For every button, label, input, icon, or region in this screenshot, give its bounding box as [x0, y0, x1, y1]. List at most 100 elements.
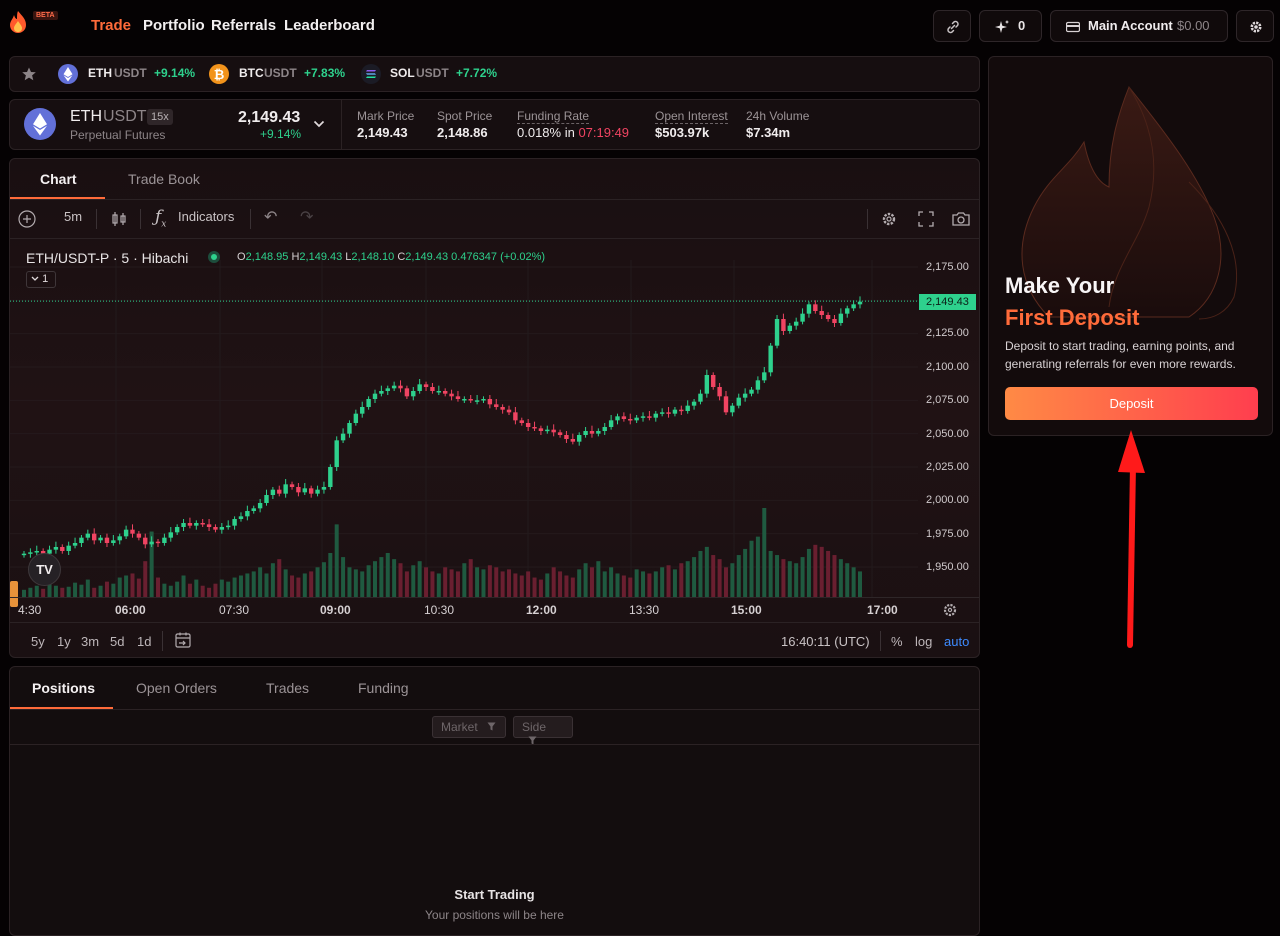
filter-row-divider: [10, 744, 979, 745]
chart-settings-icon[interactable]: [880, 210, 898, 228]
volume-bar: [832, 555, 837, 598]
log-scale-toggle[interactable]: log: [915, 634, 932, 649]
candle-body: [749, 389, 754, 394]
volume-bar: [851, 567, 856, 598]
svg-text:₿: ₿: [214, 68, 225, 83]
time-scale-handle[interactable]: [10, 581, 18, 607]
range-1d[interactable]: 1d: [137, 634, 151, 649]
camera-icon[interactable]: [951, 210, 971, 228]
candle-body: [513, 412, 518, 421]
tab-open-orders[interactable]: Open Orders: [136, 680, 217, 696]
side-filter[interactable]: Side: [513, 716, 573, 745]
candle-body: [825, 315, 831, 319]
volume-bar: [430, 571, 435, 598]
candle-body: [742, 393, 748, 398]
mark-price-label: Mark Price: [357, 109, 415, 123]
candle-body: [666, 412, 671, 414]
volume-bar: [794, 563, 799, 598]
deposit-button[interactable]: Deposit: [1005, 387, 1258, 420]
volume-bar: [507, 569, 512, 598]
volume-bar: [494, 567, 499, 598]
add-symbol-icon[interactable]: [18, 210, 36, 228]
chevron-down-icon[interactable]: [313, 119, 325, 129]
candles-icon[interactable]: [111, 210, 127, 228]
star-icon[interactable]: [21, 66, 37, 82]
candle-body: [564, 435, 569, 439]
candle-body: [270, 489, 276, 495]
volume-bar: [526, 571, 531, 598]
volume-bar: [538, 579, 543, 598]
tab-trade-book[interactable]: Trade Book: [128, 171, 200, 187]
auto-scale-toggle[interactable]: auto: [944, 634, 969, 649]
ticker-sol-change: +7.72%: [456, 66, 498, 80]
tab-positions[interactable]: Positions: [32, 680, 95, 696]
points-value: 0: [1018, 18, 1026, 33]
range-1y[interactable]: 1y: [57, 634, 71, 649]
calendar-goto-icon[interactable]: [174, 631, 192, 649]
candle-body: [162, 537, 167, 543]
candle-body: [634, 417, 639, 421]
volume-bar: [79, 584, 84, 598]
candle-body: [194, 523, 199, 526]
tab-chart[interactable]: Chart: [40, 171, 77, 187]
tab-funding[interactable]: Funding: [358, 680, 409, 696]
volume-bar: [481, 569, 486, 598]
candle-body: [647, 416, 652, 418]
account-button[interactable]: Main Account $0.00: [1050, 10, 1228, 42]
volume-bar: [341, 557, 346, 598]
nav-referrals[interactable]: Referrals: [211, 17, 276, 34]
axis-settings-icon[interactable]: [942, 602, 958, 618]
candle-body: [417, 384, 422, 391]
candle-body: [653, 413, 658, 418]
candle-body: [328, 467, 333, 487]
candle-body: [360, 407, 365, 414]
nav-portfolio[interactable]: Portfolio: [143, 17, 205, 34]
fx-icon[interactable]: ƒx: [155, 207, 166, 229]
percent-scale-toggle[interactable]: %: [891, 634, 903, 649]
candle-body: [238, 516, 244, 519]
candle-body: [787, 325, 793, 331]
settings-button[interactable]: [1236, 10, 1274, 42]
link-button[interactable]: [933, 10, 971, 42]
volume-bar: [647, 573, 652, 598]
volume-bar: [258, 567, 263, 598]
ticker-btc-quote: USDT: [264, 66, 297, 80]
nav-trade[interactable]: Trade: [91, 17, 131, 34]
volume-24h-label: 24h Volume: [746, 109, 810, 123]
volume-bar: [589, 567, 594, 598]
volume-bar: [545, 573, 550, 598]
volume-bar: [73, 582, 78, 598]
candle-body: [806, 304, 812, 314]
toolbar-sep: [250, 209, 251, 229]
volume-bar: [800, 557, 805, 598]
candle-body: [398, 385, 403, 389]
market-filter[interactable]: Market: [432, 716, 506, 738]
app-logo[interactable]: [8, 10, 28, 34]
candle-body: [455, 396, 461, 399]
y-tick: 2,075.00: [926, 394, 969, 406]
range-5y[interactable]: 5y: [31, 634, 45, 649]
price-chart[interactable]: [10, 260, 918, 598]
range-5d[interactable]: 5d: [110, 634, 124, 649]
candle-body: [340, 433, 346, 441]
indicators-button[interactable]: Indicators: [178, 209, 234, 224]
ticker-eth-base: ETH: [88, 66, 112, 80]
volume-bar: [762, 508, 767, 598]
candle-body: [538, 428, 544, 431]
candle-body: [181, 523, 186, 527]
points-button[interactable]: 0: [979, 10, 1042, 42]
undo-icon[interactable]: ↶: [264, 207, 277, 226]
interval-select[interactable]: 5m: [64, 209, 82, 224]
candle-body: [723, 396, 729, 413]
volume-bar: [360, 571, 365, 598]
tab-trades[interactable]: Trades: [266, 680, 309, 696]
candle-body: [774, 319, 780, 346]
range-3m[interactable]: 3m: [81, 634, 99, 649]
volume-bar: [660, 567, 665, 598]
nav-leaderboard[interactable]: Leaderboard: [284, 17, 375, 34]
volume-bar: [290, 575, 295, 598]
candle-body: [557, 432, 563, 435]
tradingview-logo[interactable]: TV: [28, 553, 61, 586]
volume-bar: [270, 563, 275, 598]
fullscreen-icon[interactable]: [917, 210, 935, 228]
